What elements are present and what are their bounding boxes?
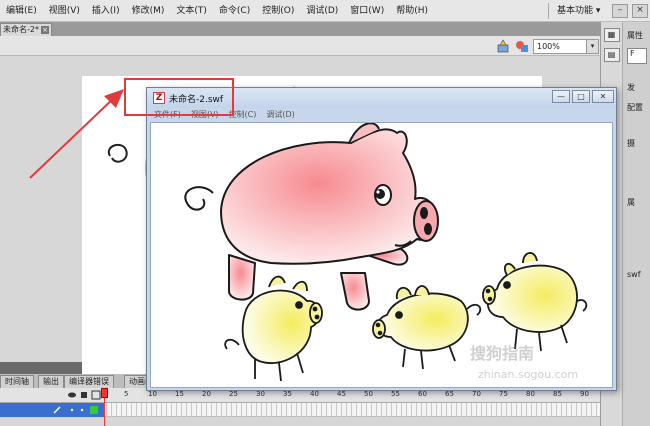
- tab-output[interactable]: 输出: [38, 375, 64, 388]
- tab-compiler-errors[interactable]: 编译器错误: [64, 375, 114, 388]
- frame-number: 45: [337, 390, 346, 398]
- document-tab[interactable]: 未命名-2* ×: [0, 23, 52, 36]
- big-pink-pig: [184, 123, 439, 311]
- layer-state-icons[interactable]: [52, 405, 102, 415]
- menu-help[interactable]: 帮助(H): [390, 0, 434, 22]
- frame-cells[interactable]: [106, 403, 600, 417]
- panel-text-1: 摄: [627, 139, 635, 148]
- timeline-footer: [0, 417, 600, 426]
- menu-bar: 编辑(E) 视图(V) 插入(I) 修改(M) 文本(T) 命令(C) 控制(O…: [0, 0, 650, 22]
- app-close-icon[interactable]: ×: [632, 4, 648, 18]
- menu-debug[interactable]: 调试(D): [300, 0, 344, 22]
- menu-insert[interactable]: 插入(I): [86, 0, 126, 22]
- frame-number: 5: [124, 390, 129, 398]
- publish-label: 发: [627, 83, 635, 92]
- playhead[interactable]: [101, 388, 108, 426]
- document-tab-close-icon[interactable]: ×: [41, 26, 49, 34]
- menu-modify[interactable]: 修改(M): [126, 0, 171, 22]
- app-window-controls: – ×: [612, 0, 648, 22]
- annotation-highlight-box: [124, 78, 234, 116]
- dropdown-arrow-icon[interactable]: ▾: [586, 40, 598, 53]
- layer-row[interactable]: [0, 403, 600, 417]
- properties-tab[interactable]: 属性: [627, 30, 643, 41]
- frame-number: 10: [148, 390, 157, 398]
- menu-view[interactable]: 视图(V): [43, 0, 86, 22]
- swf-menu-debug[interactable]: 调试(D): [261, 109, 299, 120]
- config-label: 配置: [627, 103, 643, 112]
- document-tab-strip: 未命名-2* ×: [0, 22, 600, 36]
- frame-number: 55: [391, 390, 400, 398]
- tool-icon-1[interactable]: ▦: [603, 28, 620, 42]
- playhead-line: [104, 398, 105, 426]
- frame-number: 35: [283, 390, 292, 398]
- frame-number: 65: [445, 390, 454, 398]
- yellow-piglet-3: [482, 252, 588, 352]
- properties-field[interactable]: F: [627, 48, 647, 64]
- menu-text[interactable]: 文本(T): [170, 0, 213, 22]
- minimize-icon[interactable]: —: [552, 90, 570, 103]
- swf-section-label[interactable]: swf: [627, 270, 641, 279]
- edit-bar: 100% ▾: [0, 36, 600, 56]
- frame-number: 15: [175, 390, 184, 398]
- frame-number: 60: [418, 390, 427, 398]
- section-label[interactable]: 属: [627, 197, 635, 208]
- menu-items: 编辑(E) 视图(V) 插入(I) 修改(M) 文本(T) 命令(C) 控制(O…: [0, 0, 434, 22]
- maximize-icon[interactable]: □: [572, 90, 590, 103]
- watermark-url: zhinan.sogou.com: [478, 368, 579, 381]
- annotation-arrow: [29, 89, 124, 179]
- zoom-select[interactable]: 100% ▾: [533, 39, 599, 54]
- frame-number: 40: [310, 390, 319, 398]
- layer-toggle-icons[interactable]: [68, 390, 102, 400]
- frame-number: 85: [553, 390, 562, 398]
- frame-number: 70: [472, 390, 481, 398]
- swf-window-controls: — □ ✕: [552, 90, 614, 103]
- watermark-text: 搜狗指南: [470, 344, 535, 363]
- menu-edit[interactable]: 编辑(E): [0, 0, 43, 22]
- app-minimize-icon[interactable]: –: [612, 4, 628, 18]
- workspace-selector[interactable]: 基本功能 ▾: [548, 3, 608, 19]
- playhead-handle[interactable]: [101, 388, 108, 398]
- edit-symbol-icon[interactable]: [515, 39, 529, 53]
- frame-number: 80: [526, 390, 535, 398]
- frame-number: 20: [202, 390, 211, 398]
- edit-scene-icon[interactable]: [497, 39, 511, 53]
- document-tab-label: 未命名-2*: [3, 25, 39, 34]
- yellow-piglet-2: [372, 285, 482, 370]
- frame-number: 50: [364, 390, 373, 398]
- tool-icon-2[interactable]: ▤: [603, 48, 620, 62]
- selected-layer[interactable]: [0, 403, 104, 417]
- close-icon[interactable]: ✕: [592, 90, 614, 103]
- frame-number: 25: [229, 390, 238, 398]
- menu-window[interactable]: 窗口(W): [344, 0, 390, 22]
- menu-commands[interactable]: 命令(C): [213, 0, 256, 22]
- frame-number: 30: [256, 390, 265, 398]
- frame-number: 75: [499, 390, 508, 398]
- zoom-value: 100%: [537, 42, 560, 51]
- frame-number: 90: [580, 390, 589, 398]
- tab-timeline[interactable]: 时间轴: [0, 375, 34, 388]
- menu-control[interactable]: 控制(O): [256, 0, 300, 22]
